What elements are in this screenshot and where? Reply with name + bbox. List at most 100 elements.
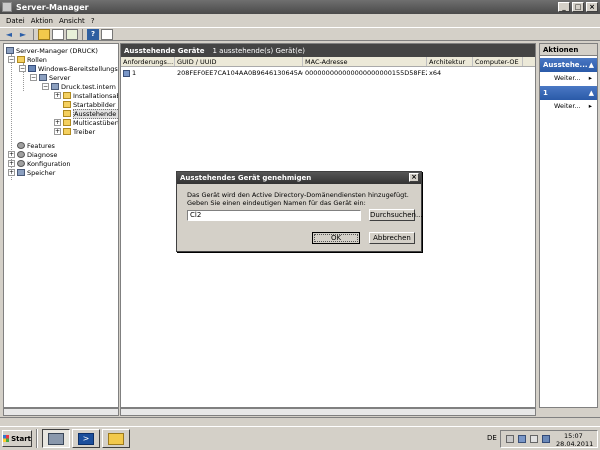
window-title-bar: Server-Manager _ □ × bbox=[0, 0, 600, 14]
collapse-up-icon[interactable]: ▲ bbox=[589, 86, 594, 100]
expand-toggle-icon[interactable]: + bbox=[54, 92, 61, 99]
folder-icon bbox=[63, 119, 71, 126]
tree-item-speicher[interactable]: + Speicher bbox=[8, 168, 55, 177]
menu-help[interactable]: ? bbox=[91, 17, 95, 25]
status-bar bbox=[0, 417, 600, 426]
expand-toggle-icon[interactable]: + bbox=[54, 119, 61, 126]
forward-arrow-icon[interactable]: ► bbox=[17, 29, 29, 40]
taskbar-separator bbox=[36, 429, 38, 448]
tree-item-diagnose[interactable]: + Diagnose bbox=[8, 150, 57, 159]
taskbar: Start > DE 15:07 28.04.2011 bbox=[0, 426, 600, 450]
folder-icon bbox=[63, 110, 71, 117]
menu-aktion[interactable]: Aktion bbox=[31, 17, 53, 25]
clock-time[interactable]: 15:07 bbox=[564, 432, 583, 440]
tree-item-ausstehende-geraete[interactable]: Ausstehende G bbox=[63, 108, 118, 119]
tree-item-features[interactable]: Features bbox=[17, 141, 55, 150]
actions-section-pending[interactable]: Ausstehe... ▲ bbox=[540, 58, 597, 72]
collapse-toggle-icon[interactable]: − bbox=[19, 65, 26, 72]
folder-icon bbox=[63, 101, 71, 108]
approve-device-dialog: Ausstehendes Gerät genehmigen × Das Gerä… bbox=[176, 171, 423, 252]
tree-item-rollen[interactable]: − Rollen bbox=[8, 55, 47, 64]
device-name-input[interactable]: Cl2 bbox=[187, 210, 361, 221]
dialog-message: Das Gerät wird den Active Directory-Domä… bbox=[187, 191, 409, 207]
row-architecture: x64 bbox=[429, 69, 442, 77]
menu-bar: Datei Aktion Ansicht ? bbox=[0, 14, 600, 27]
pane-title: Ausstehende Geräte bbox=[124, 46, 205, 55]
column-header-guid[interactable]: GUID / UUID bbox=[175, 57, 303, 66]
roles-icon bbox=[17, 56, 25, 63]
expand-toggle-icon[interactable]: + bbox=[8, 160, 15, 167]
minimize-button[interactable]: _ bbox=[558, 2, 570, 12]
taskbar-explorer-button[interactable] bbox=[102, 429, 130, 448]
flag-icon[interactable] bbox=[506, 435, 514, 443]
dialog-close-button[interactable]: × bbox=[409, 173, 419, 182]
expand-toggle-icon[interactable]: + bbox=[8, 151, 15, 158]
browse-button[interactable]: Durchsuchen... bbox=[369, 209, 423, 221]
tree-item-wds[interactable]: − Windows-Bereitstellungsdie bbox=[19, 64, 118, 73]
back-arrow-icon[interactable]: ◄ bbox=[3, 29, 15, 40]
column-header-architecture[interactable]: Architektur bbox=[427, 57, 473, 66]
collapse-toggle-icon[interactable]: − bbox=[30, 74, 37, 81]
tree-horizontal-scrollbar[interactable] bbox=[3, 408, 119, 416]
device-icon bbox=[123, 69, 130, 77]
list-horizontal-scrollbar[interactable] bbox=[120, 408, 536, 416]
clock-date[interactable]: 28.04.2011 bbox=[556, 440, 593, 448]
folder-icon bbox=[63, 128, 71, 135]
show-hide-tree-icon[interactable] bbox=[52, 28, 64, 40]
row-computer-ou bbox=[473, 68, 523, 78]
cancel-button[interactable]: Abbrechen bbox=[369, 232, 415, 244]
export-list-icon[interactable] bbox=[66, 28, 78, 40]
server-manager-icon bbox=[6, 47, 14, 54]
explorer-folder-icon bbox=[108, 432, 124, 445]
configuration-icon bbox=[17, 160, 25, 167]
windows-logo-icon bbox=[3, 435, 10, 442]
tree-item-treiber[interactable]: + Treiber bbox=[54, 127, 95, 136]
servers-icon bbox=[39, 74, 47, 81]
navigation-tree: Server-Manager (DRUCK) − Rollen − Window… bbox=[3, 43, 119, 408]
collapse-toggle-icon[interactable]: − bbox=[8, 56, 15, 63]
expand-toggle-icon[interactable]: + bbox=[8, 169, 15, 176]
action-more-selected[interactable]: Weiter... ▸ bbox=[540, 100, 597, 112]
help-icon[interactable]: ? bbox=[87, 28, 99, 40]
column-header-mac[interactable]: MAC-Adresse bbox=[303, 57, 427, 66]
folder-icon bbox=[63, 92, 71, 99]
up-folder-icon[interactable] bbox=[38, 28, 50, 40]
taskbar-powershell-button[interactable]: > bbox=[72, 429, 100, 448]
tree-item-druck[interactable]: − Druck.test.intern bbox=[42, 82, 116, 91]
server-manager-icon bbox=[48, 432, 64, 445]
column-header-computer-ou[interactable]: Computer-OE bbox=[473, 57, 523, 66]
expand-toggle-icon[interactable]: + bbox=[54, 128, 61, 135]
tree-item-server[interactable]: − Server bbox=[30, 73, 70, 82]
tree-item-multicast[interactable]: + Multicastübertr bbox=[54, 118, 118, 127]
maximize-button[interactable]: □ bbox=[572, 2, 584, 12]
action-more-pending[interactable]: Weiter... ▸ bbox=[540, 72, 597, 84]
row-mac: 000000000000000000000155D58FE2A bbox=[305, 69, 427, 77]
powershell-icon: > bbox=[78, 432, 94, 445]
server-manager-app-icon bbox=[2, 2, 12, 12]
table-row[interactable]: 1 208FEF0EE7CA104AA0B9646130645AC 000000… bbox=[121, 68, 535, 78]
close-button[interactable]: × bbox=[586, 2, 598, 12]
pane-header: Ausstehende Geräte 1 ausstehende(s) Gerä… bbox=[121, 44, 535, 57]
actions-section-selected[interactable]: 1 ▲ bbox=[540, 86, 597, 100]
taskbar-server-manager-button[interactable] bbox=[42, 429, 70, 448]
tree-item-installationsabbilder[interactable]: + Installationsabb bbox=[54, 91, 118, 100]
dialog-title: Ausstehendes Gerät genehmigen bbox=[180, 174, 312, 182]
speaker-icon[interactable] bbox=[530, 435, 538, 443]
collapse-toggle-icon[interactable]: − bbox=[42, 83, 49, 90]
diagnostics-icon bbox=[17, 151, 25, 158]
properties-icon[interactable] bbox=[101, 28, 113, 40]
start-button[interactable]: Start bbox=[2, 430, 32, 447]
collapse-up-icon[interactable]: ▲ bbox=[589, 58, 594, 72]
menu-ansicht[interactable]: Ansicht bbox=[59, 17, 85, 25]
network-icon[interactable] bbox=[518, 435, 526, 443]
menu-datei[interactable]: Datei bbox=[6, 17, 25, 25]
tree-item-server-manager[interactable]: Server-Manager (DRUCK) bbox=[6, 46, 98, 55]
language-indicator[interactable]: DE bbox=[487, 434, 497, 442]
column-header-request[interactable]: Anforderungs... bbox=[121, 57, 175, 66]
tree-item-konfiguration[interactable]: + Konfiguration bbox=[8, 159, 70, 168]
submenu-arrow-icon: ▸ bbox=[588, 102, 592, 110]
actions-pane: Aktionen Ausstehe... ▲ Weiter... ▸ 1 ▲ W… bbox=[539, 43, 598, 408]
actions-title: Aktionen bbox=[540, 44, 597, 56]
ok-button[interactable]: OK bbox=[312, 232, 360, 244]
monitor-icon[interactable] bbox=[542, 435, 550, 443]
